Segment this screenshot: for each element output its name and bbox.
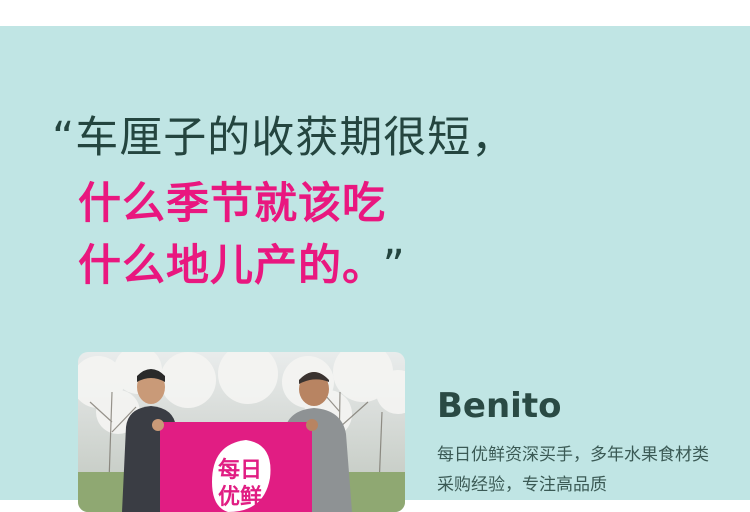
banner-text-2: 优鲜 — [218, 484, 262, 510]
quote-line-1: “车厘子的收获期很短， — [52, 112, 515, 164]
open-quote-mark: “ — [52, 113, 76, 163]
buyer-photo: 每日 优鲜 — [78, 352, 405, 512]
quote-line-3: 什么地儿产的。 ” — [78, 240, 406, 292]
quote-text-2: 什么季节就该吃 — [78, 179, 386, 229]
buyer-name: Benito — [437, 386, 562, 426]
quote-line-2: 什么季节就该吃 — [78, 178, 386, 230]
orchard-photo-illustration: 每日 优鲜 — [78, 352, 405, 512]
quote-text-3: 什么地儿产的。 — [78, 241, 365, 291]
quote-text-1: 车厘子的收获期很短， — [75, 113, 516, 163]
banner-text-1: 每日 — [218, 457, 262, 483]
close-quote-mark: ” — [382, 241, 406, 291]
buyer-bio: 每日优鲜资深买手，多年水果食材类采购经验，专注高品质 — [437, 445, 709, 495]
